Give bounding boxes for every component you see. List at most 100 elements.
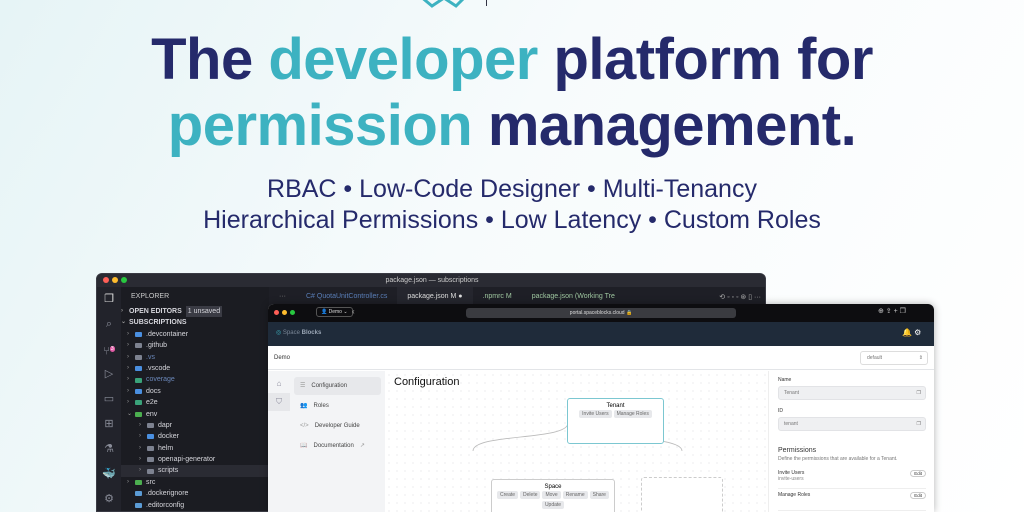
nav-item-developer-guide[interactable]: </> Developer Guide (294, 417, 381, 435)
file-tree-item[interactable]: › .devcontainer (121, 329, 269, 340)
extensions-icon[interactable]: ⊞ (97, 412, 121, 437)
explorer-icon[interactable]: ❐ (97, 287, 121, 312)
file-tree-item[interactable]: › dapr (121, 420, 269, 431)
hero-title-line1: The developer platform for (151, 27, 873, 92)
minimize-button[interactable] (282, 310, 287, 315)
copy-icon: ❐ (916, 390, 921, 396)
testing-icon[interactable]: ⚗ (97, 437, 121, 462)
address-bar[interactable]: portal.spaceblocks.cloud 🔒 (466, 308, 736, 318)
folder-icon (147, 434, 154, 440)
folder-icon (147, 468, 154, 474)
permission-row: Edit Invite Users invite-users (778, 467, 926, 489)
edit-button[interactable]: Edit (910, 470, 926, 477)
nav-icon: 👥 (300, 403, 308, 409)
folder-icon (147, 457, 154, 463)
home-icon[interactable]: ⌂ (268, 375, 290, 393)
editor-actions[interactable]: ⟲ ◦ ◦ ◦ ⊛ ▯ ··· (719, 293, 765, 301)
browser-window: 👤 Demo ⌄ ‹ portal.spaceblocks.cloud 🔒 ⊕ … (268, 304, 934, 512)
icon-rail: ⌂ ⛉ (268, 371, 290, 512)
tenant-node[interactable]: Tenant Invite Users Manage Roles (567, 398, 664, 444)
file-tree-item[interactable]: › e2e (121, 397, 269, 408)
close-button[interactable] (274, 310, 279, 315)
permission-chip[interactable]: Delete (520, 491, 541, 499)
file-tree-item[interactable]: › .vs (121, 352, 269, 363)
file-tree-item[interactable]: › helm (121, 443, 269, 454)
remote-explorer-icon[interactable]: ▭ (97, 387, 121, 412)
run-debug-icon[interactable]: ▷ (97, 362, 121, 387)
folder-icon (135, 400, 142, 406)
permission-row: Edit Manage Roles (778, 489, 926, 511)
file-tree-item[interactable]: › .github (121, 340, 269, 351)
docker-icon[interactable]: 🐳 (97, 462, 121, 487)
file-tree-item[interactable]: › .vscode (121, 363, 269, 374)
file-tree-item[interactable]: › coverage (121, 374, 269, 385)
permission-chip[interactable]: Move (542, 491, 561, 499)
file-tree-item[interactable]: › scripts (121, 465, 269, 477)
permissions-description: Define the permissions that are availabl… (778, 456, 898, 462)
browser-actions[interactable]: ⊕ ⇪ + ❐ (878, 307, 906, 315)
external-link-icon: ↗ (359, 443, 365, 449)
nav-icon: ☰ (300, 383, 306, 389)
permission-chip[interactable]: Manage Roles (613, 410, 652, 418)
folder-icon (135, 411, 142, 417)
folder-icon (135, 343, 142, 349)
properties-panel: Name Tenant ❐ ID tenant ❐ Permissions Defi… (768, 371, 934, 512)
nav-item-roles[interactable]: 👥 Roles (294, 397, 381, 415)
minimize-button[interactable] (112, 277, 118, 283)
folder-icon (135, 480, 142, 486)
edit-button[interactable]: Edit (910, 492, 926, 499)
permission-chip[interactable]: Share (589, 491, 609, 499)
permission-chip[interactable]: Create (497, 491, 519, 499)
back-icon[interactable]: ‹ (352, 307, 355, 316)
file-icon (135, 502, 142, 508)
file-tree-item[interactable]: › openapi-generator (121, 454, 269, 465)
brand-logo-icon (422, 0, 465, 8)
nav-icon: </> (300, 423, 309, 429)
maximize-button[interactable] (290, 310, 295, 315)
maximize-button[interactable] (121, 277, 127, 283)
nav-item-documentation[interactable]: 📖 Documentation ↗ (294, 437, 381, 455)
explorer-sidebar: EXPLORER › OPEN EDITORS 1 unsaved ⌄ SUBSCRI… (121, 287, 269, 511)
permissions-title: Permissions (778, 447, 817, 454)
brand[interactable]: ◎ Space Blocks (276, 329, 321, 336)
file-tree-item[interactable]: ⌄ env (121, 409, 269, 420)
file-tree-item[interactable]: .dockerignore (121, 488, 269, 499)
permission-chip[interactable]: Rename (562, 491, 588, 499)
name-field[interactable]: Tenant ❐ (778, 386, 926, 400)
space-node[interactable]: Space Create Delete Move Rename ShareUpdate (491, 479, 615, 512)
explorer-title: EXPLORER (131, 292, 170, 300)
environment-select[interactable]: default ⇕ (860, 351, 928, 365)
nav-item-configuration[interactable]: ☰ Configuration (294, 377, 381, 395)
source-control-icon[interactable]: ⑂3 (97, 337, 121, 362)
folder-icon (135, 366, 142, 372)
profile-button[interactable]: 👤 Demo ⌄ (316, 307, 353, 317)
search-icon[interactable]: ⌕ (97, 312, 121, 337)
copy-icon: ❐ (916, 421, 921, 427)
file-tree-item[interactable]: › src (121, 477, 269, 488)
notifications-and-settings[interactable]: 🔔 ⚙ (902, 328, 921, 337)
folder-icon (147, 445, 154, 451)
file-tree-item[interactable]: .editorconfig (121, 500, 269, 511)
window-controls (103, 277, 127, 283)
activity-bar: ❐ ⌕ ⑂3 ▷ ▭ ⊞ ⚗ 🐳 ⚙ (97, 287, 121, 511)
file-icon (135, 491, 142, 497)
id-field[interactable]: tenant ❐ (778, 417, 926, 431)
close-button[interactable] (103, 277, 109, 283)
file-tree-item[interactable]: › docker (121, 431, 269, 442)
shield-icon[interactable]: ⛉ (268, 393, 290, 411)
features-line1: RBAC • Low-Code Designer • Multi-Tenancy (267, 175, 757, 203)
folder-icon (147, 423, 154, 429)
add-node-placeholder[interactable] (641, 477, 723, 512)
window-title: package.json — subscriptions (97, 274, 765, 287)
open-editors-section[interactable]: › OPEN EDITORS 1 unsaved (121, 306, 269, 318)
hero-title-line2: permission management. (167, 93, 857, 158)
nav-icon: 📖 (300, 443, 308, 449)
settings-icon[interactable]: ⚙ (97, 487, 121, 511)
workspace-section[interactable]: ⌄ SUBSCRIPTIONS (121, 317, 269, 328)
app-header: ◎ Space Blocks 🔔 ⚙ (268, 322, 934, 346)
folder-icon (135, 354, 142, 360)
permission-chip[interactable]: Invite Users (579, 410, 612, 418)
id-label: ID (778, 408, 783, 414)
file-tree-item[interactable]: › docs (121, 386, 269, 397)
permission-chip[interactable]: Update (541, 501, 565, 509)
